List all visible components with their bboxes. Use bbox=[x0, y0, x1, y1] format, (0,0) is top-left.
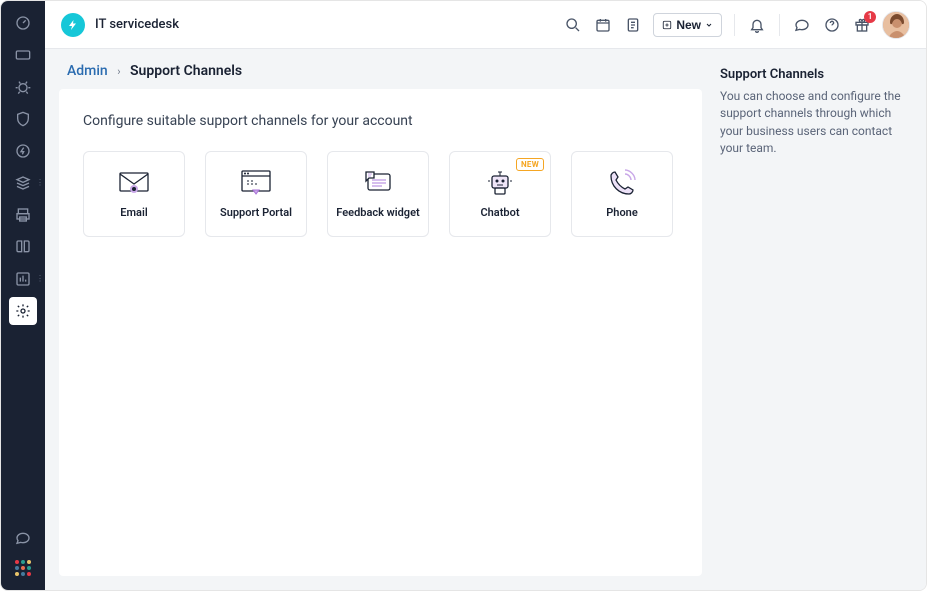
chevron-down-icon bbox=[705, 21, 713, 29]
help-button[interactable] bbox=[822, 15, 842, 35]
panel-description: Configure suitable support channels for … bbox=[83, 113, 678, 129]
breadcrumb-current: Support Channels bbox=[130, 63, 242, 79]
shield-icon bbox=[15, 111, 31, 127]
gear-icon bbox=[15, 303, 31, 319]
nav-more-indicator: ⋮ bbox=[36, 182, 43, 184]
channel-card-email[interactable]: Email bbox=[83, 151, 185, 237]
feedback-icon bbox=[363, 170, 393, 196]
channel-card-chatbot[interactable]: NEW Chatbot bbox=[449, 151, 551, 237]
nav-changes[interactable] bbox=[9, 105, 37, 133]
feedback-button[interactable] bbox=[792, 15, 812, 35]
card-label: Phone bbox=[606, 206, 638, 219]
calendar-button[interactable] bbox=[593, 15, 613, 35]
calendar-icon bbox=[595, 17, 611, 33]
badge-count: 1 bbox=[864, 11, 876, 23]
nav-assets[interactable]: ⋮ bbox=[9, 169, 37, 197]
nav-solutions[interactable] bbox=[9, 201, 37, 229]
notifications-button[interactable] bbox=[747, 15, 767, 35]
portal-icon bbox=[241, 170, 271, 196]
topbar: IT servicedesk New bbox=[45, 1, 926, 49]
app-switcher[interactable] bbox=[15, 560, 31, 576]
envelope-icon bbox=[119, 170, 149, 196]
card-label: Chatbot bbox=[480, 206, 519, 219]
nav-problems[interactable] bbox=[9, 73, 37, 101]
main-panel: Configure suitable support channels for … bbox=[59, 89, 702, 576]
card-label: Feedback widget bbox=[336, 206, 419, 219]
nav-admin[interactable] bbox=[9, 297, 37, 325]
nav-knowledge[interactable] bbox=[9, 233, 37, 261]
nav-releases[interactable] bbox=[9, 137, 37, 165]
info-title: Support Channels bbox=[720, 67, 908, 82]
bug-icon bbox=[15, 79, 31, 95]
new-badge: NEW bbox=[516, 158, 544, 171]
notes-button[interactable] bbox=[623, 15, 643, 35]
workspace-title: IT servicedesk bbox=[95, 17, 179, 32]
notes-icon bbox=[625, 17, 641, 33]
new-button-label: New bbox=[676, 18, 701, 32]
breadcrumb-root[interactable]: Admin bbox=[67, 63, 108, 79]
avatar-image bbox=[883, 12, 910, 39]
brand-badge bbox=[61, 13, 85, 37]
divider bbox=[734, 14, 735, 36]
nav-chat[interactable] bbox=[9, 524, 37, 552]
card-label: Email bbox=[120, 206, 147, 219]
bolt-icon bbox=[15, 143, 31, 159]
chart-icon bbox=[15, 271, 31, 287]
channel-card-phone[interactable]: Phone bbox=[571, 151, 673, 237]
printer-icon bbox=[15, 207, 31, 223]
left-nav: ⋮ ⋮ bbox=[1, 1, 45, 590]
channel-card-portal[interactable]: Support Portal bbox=[205, 151, 307, 237]
speech-icon bbox=[794, 17, 810, 33]
bell-icon bbox=[749, 17, 765, 33]
help-icon bbox=[824, 17, 840, 33]
info-column: Support Channels You can choose and conf… bbox=[716, 49, 926, 590]
new-button[interactable]: New bbox=[653, 13, 722, 37]
whatsnew-button[interactable]: 1 bbox=[852, 15, 872, 35]
speech-icon bbox=[15, 530, 31, 546]
chevron-right-icon: › bbox=[117, 65, 120, 78]
channel-card-feedback[interactable]: Feedback widget bbox=[327, 151, 429, 237]
search-icon bbox=[565, 17, 581, 33]
nav-more-indicator: ⋮ bbox=[36, 278, 43, 280]
plus-icon bbox=[662, 20, 672, 30]
avatar[interactable] bbox=[882, 11, 910, 39]
info-text: You can choose and configure the support… bbox=[720, 88, 908, 158]
stack-icon bbox=[15, 175, 31, 191]
phone-icon bbox=[607, 170, 637, 196]
divider bbox=[779, 14, 780, 36]
nav-dashboard[interactable] bbox=[9, 9, 37, 37]
breadcrumb: Admin › Support Channels bbox=[45, 49, 716, 89]
ticket-icon bbox=[15, 49, 31, 61]
gauge-icon bbox=[15, 15, 31, 31]
bolt-icon bbox=[67, 19, 79, 31]
book-icon bbox=[15, 239, 31, 255]
nav-reports[interactable]: ⋮ bbox=[9, 265, 37, 293]
search-button[interactable] bbox=[563, 15, 583, 35]
robot-icon bbox=[485, 170, 515, 196]
nav-tickets[interactable] bbox=[9, 41, 37, 69]
card-label: Support Portal bbox=[220, 206, 292, 219]
